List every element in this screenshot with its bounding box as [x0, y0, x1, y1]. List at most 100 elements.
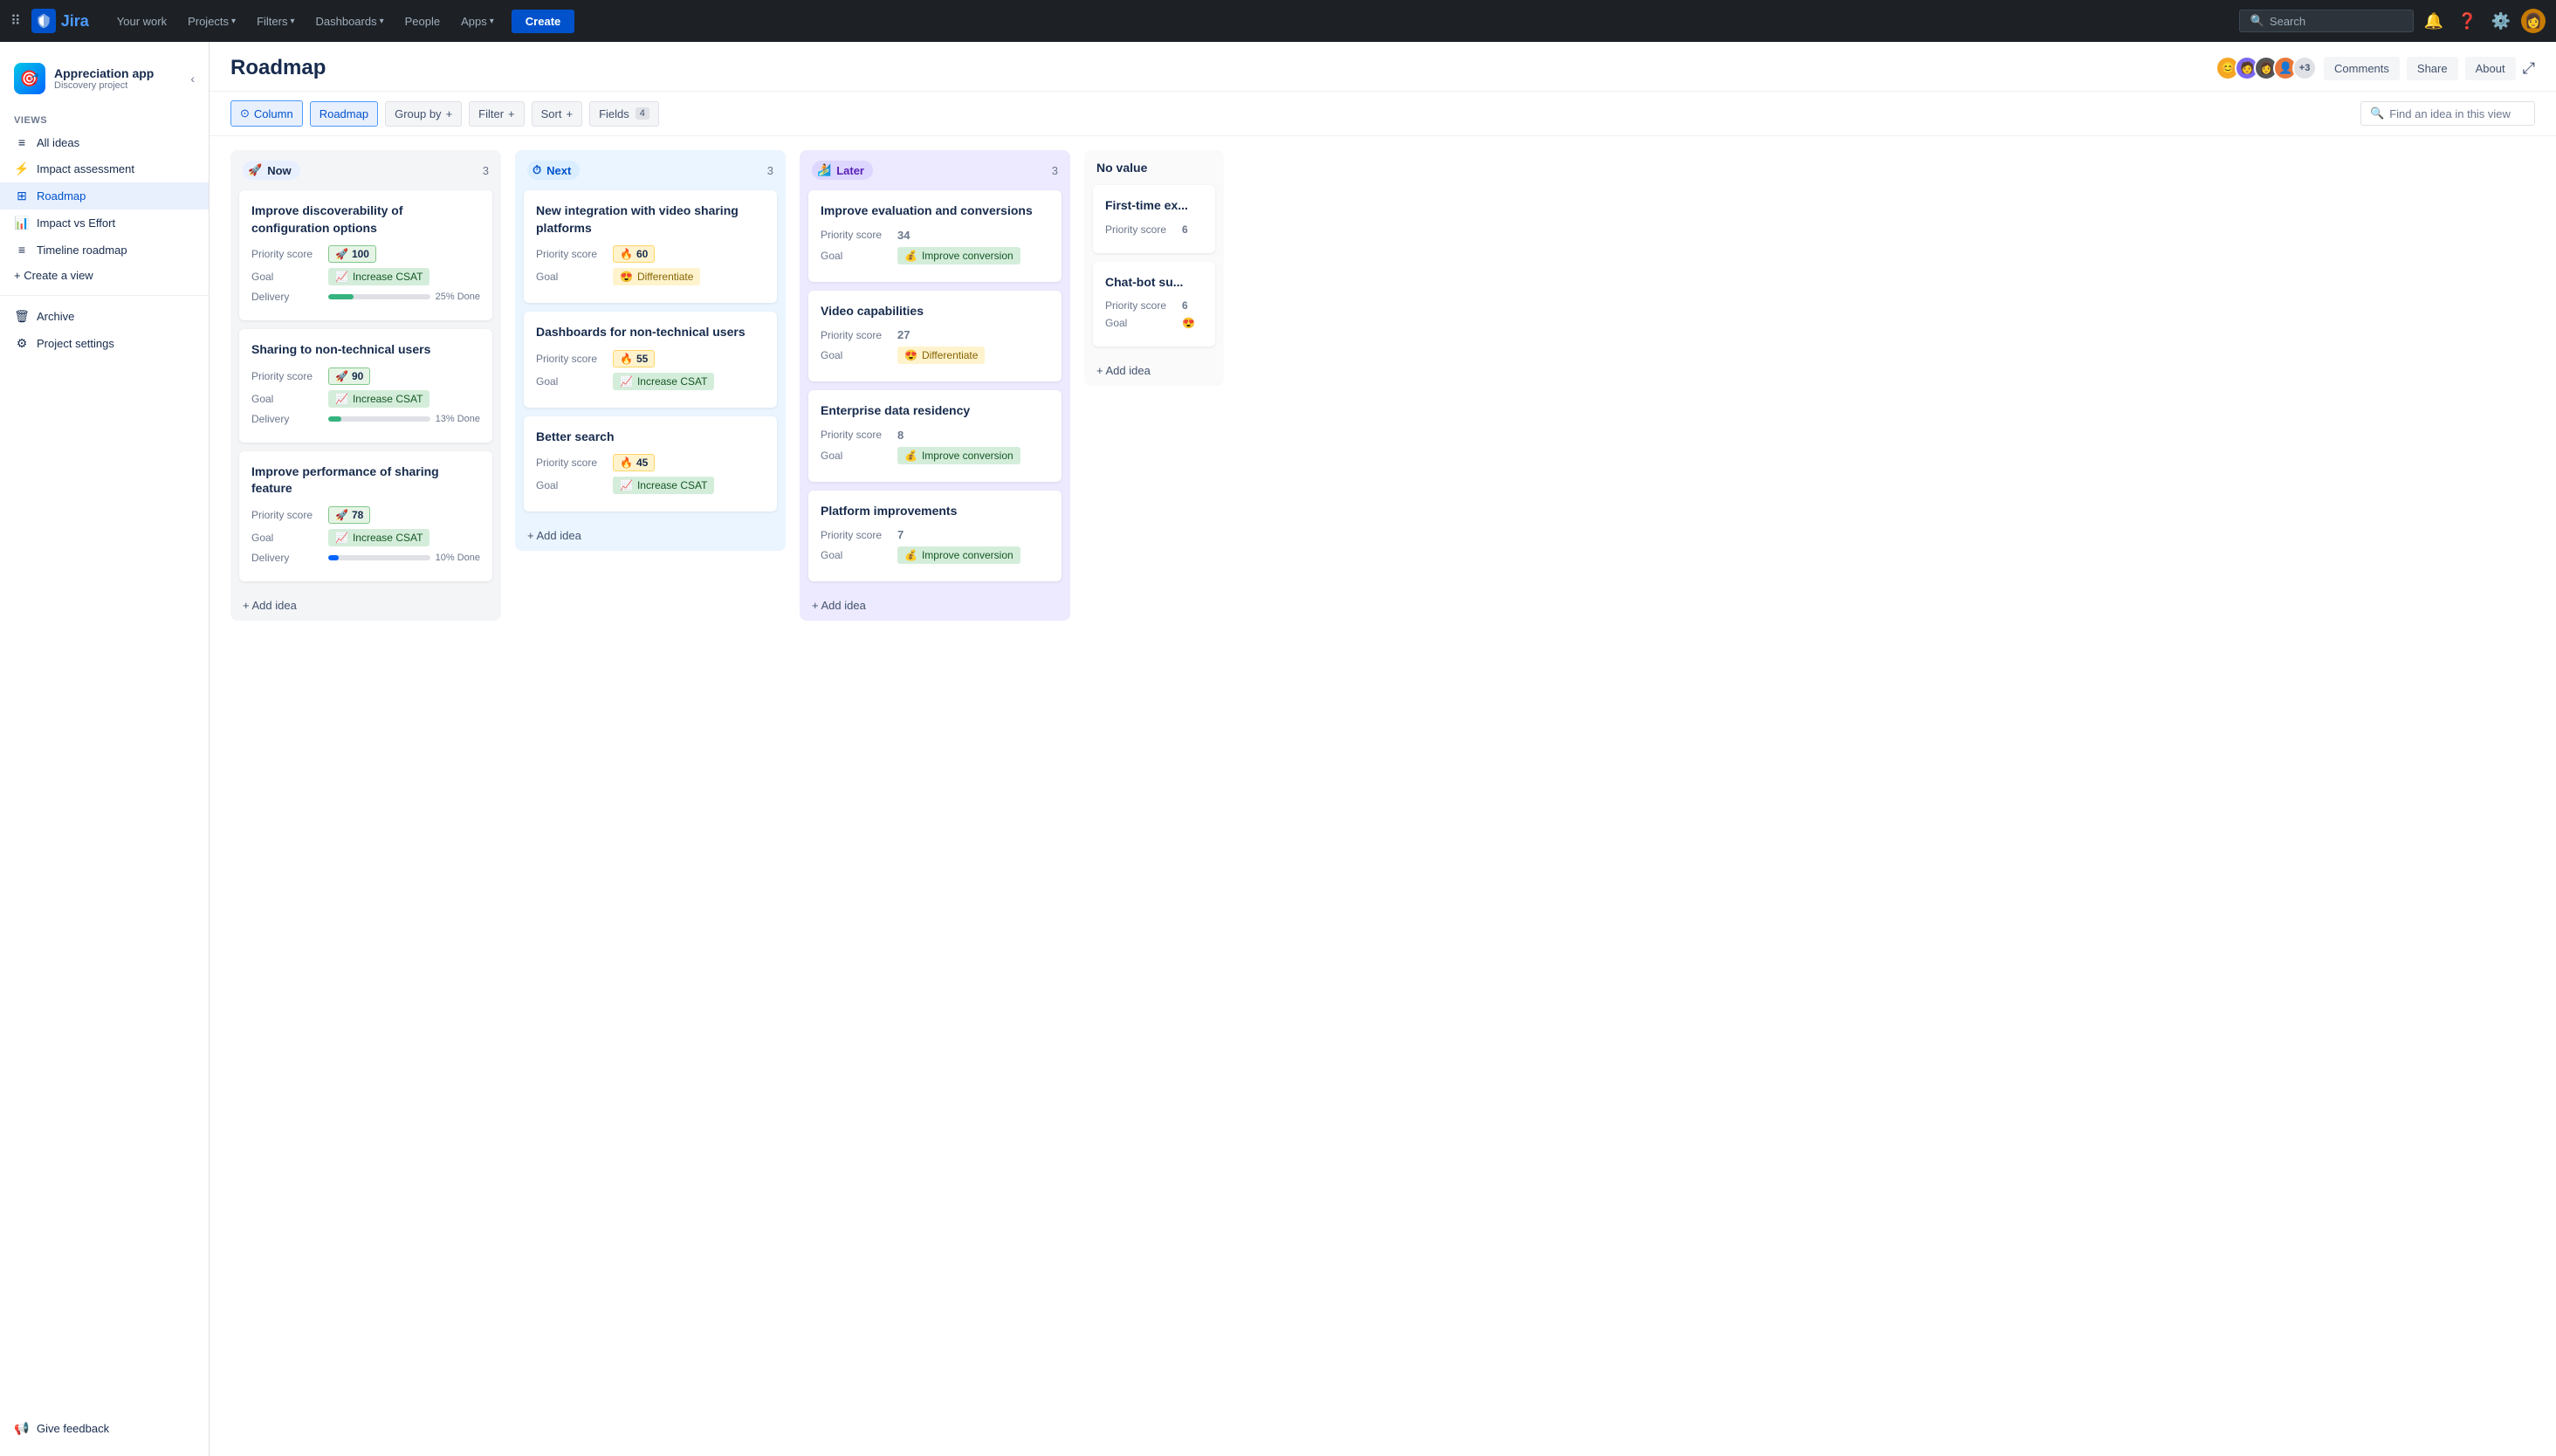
timeline-icon: ≡ [14, 243, 30, 257]
card-sharing-nontechnical[interactable]: Sharing to non-technical users Priority … [239, 329, 492, 443]
column-later-cards: Improve evaluation and conversions Prior… [800, 190, 1070, 590]
goal-badge: 💰 Improve conversion [897, 546, 1020, 564]
add-idea-no-value[interactable]: + Add idea [1084, 355, 1224, 386]
about-button[interactable]: About [2465, 57, 2516, 80]
sidebar: 🎯 Appreciation app Discovery project ‹ V… [0, 42, 210, 1456]
column-button[interactable]: ⊙ Column [230, 100, 303, 127]
priority-score: 34 [897, 229, 910, 242]
sidebar-item-timeline[interactable]: ≡ Timeline roadmap [0, 237, 209, 263]
nav-your-work[interactable]: Your work [110, 11, 174, 31]
jira-logo-icon [31, 9, 56, 33]
sidebar-item-project-settings[interactable]: ⚙ Project settings [0, 330, 209, 357]
sidebar-collapse-icon[interactable]: ‹ [190, 72, 195, 86]
card-enterprise-data[interactable]: Enterprise data residency Priority score… [808, 390, 1062, 482]
add-idea-now[interactable]: + Add idea [230, 590, 501, 621]
sidebar-item-archive[interactable]: 🗑 Archive [0, 303, 209, 330]
goal-badge: 💰 Improve conversion [897, 447, 1020, 464]
expand-button[interactable]: ⤢ [2523, 59, 2535, 78]
sidebar-item-create-view[interactable]: + Create a view [0, 263, 209, 288]
toolbar: ⊙ Column Roadmap Group by + Filter + Sor… [210, 92, 2556, 136]
card-title: New integration with video sharing platf… [536, 203, 765, 237]
sidebar-item-give-feedback[interactable]: 📢 Give feedback [0, 1415, 209, 1442]
plus-icon: + [446, 107, 453, 120]
jira-logo[interactable]: Jira [31, 9, 89, 33]
nav-filters[interactable]: Filters▾ [250, 11, 301, 31]
roadmap-button[interactable]: Roadmap [310, 101, 378, 127]
card-new-integration[interactable]: New integration with video sharing platf… [524, 190, 777, 303]
column-no-value: No value First-time ex... Priority score… [1084, 150, 1224, 386]
column-icon: ⊙ [240, 106, 250, 120]
column-now-cards: Improve discoverability of configuration… [230, 190, 501, 590]
card-title: Sharing to non-technical users [251, 341, 480, 359]
card-better-search[interactable]: Better search Priority score 🔥 45 Goal [524, 416, 777, 512]
nav-projects[interactable]: Projects▾ [181, 11, 243, 31]
help-icon[interactable]: ❓ [2454, 9, 2480, 34]
goal-badge: 📈 Increase CSAT [613, 477, 714, 494]
column-now-label: 🚀 Now [243, 161, 300, 180]
card-title: Video capabilities [821, 303, 1049, 320]
user-avatar[interactable]: 👩 [2521, 9, 2546, 33]
share-button[interactable]: Share [2407, 57, 2458, 80]
nav-dashboards[interactable]: Dashboards▾ [309, 11, 391, 31]
sidebar-item-impact-effort[interactable]: 📊 Impact vs Effort [0, 209, 209, 237]
create-button[interactable]: Create [512, 10, 574, 33]
comments-button[interactable]: Comments [2324, 57, 2400, 80]
archive-icon: 🗑 [14, 309, 30, 324]
card-dashboards-nontechnical[interactable]: Dashboards for non-technical users Prior… [524, 312, 777, 408]
nav-apps[interactable]: Apps▾ [454, 11, 501, 31]
roadmap-icon: ⊞ [14, 189, 30, 203]
goal-badge: 📈 Increase CSAT [328, 529, 429, 546]
page-title: Roadmap [230, 56, 326, 80]
card-priority-field: Priority score 🚀 100 [251, 245, 480, 263]
later-icon: 🏄 [817, 163, 831, 177]
search-bar[interactable]: 🔍 Search [2239, 10, 2414, 32]
group-by-button[interactable]: Group by + [385, 101, 462, 127]
goal-badge: 📈 Increase CSAT [613, 373, 714, 390]
card-video-capabilities[interactable]: Video capabilities Priority score 27 Goa… [808, 291, 1062, 382]
board: 🚀 Now 3 Improve discoverability of confi… [210, 136, 2556, 1456]
page-header: Roadmap 😊 🧑 👩 👤 +3 Comments Share About … [210, 42, 2556, 92]
card-improve-evaluation[interactable]: Improve evaluation and conversions Prior… [808, 190, 1062, 282]
card-first-time[interactable]: First-time ex... Priority score 6 [1093, 185, 1215, 253]
column-later: 🏄 Later 3 Improve evaluation and convers… [800, 150, 1070, 621]
card-delivery-field: Delivery 25% Done [251, 291, 480, 303]
add-idea-later[interactable]: + Add idea [800, 590, 1070, 621]
fields-button[interactable]: Fields 4 [589, 101, 659, 127]
add-idea-next[interactable]: + Add idea [515, 520, 786, 551]
avatar-count: +3 [2292, 56, 2317, 80]
next-icon: ⏱ [532, 163, 541, 177]
views-label: VIEWS [0, 108, 209, 129]
column-later-label: 🏄 Later [812, 161, 873, 180]
priority-badge: 🔥 45 [613, 454, 655, 471]
column-next-label: ⏱ Next [527, 161, 580, 180]
settings-icon[interactable]: ⚙️ [2488, 9, 2514, 34]
priority-badge: 🔥 60 [613, 245, 655, 263]
column-next-cards: New integration with video sharing platf… [515, 190, 786, 520]
card-improve-performance[interactable]: Improve performance of sharing feature P… [239, 451, 492, 581]
notifications-icon[interactable]: 🔔 [2421, 9, 2447, 34]
card-title: Platform improvements [821, 503, 1049, 520]
project-type: Discovery project [54, 80, 154, 91]
priority-badge: 🚀 90 [328, 367, 370, 385]
priority-badge: 🚀 78 [328, 506, 370, 524]
grid-icon[interactable]: ⠿ [10, 12, 21, 30]
search-icon: 🔍 [2250, 14, 2264, 28]
nav-people[interactable]: People [398, 11, 447, 31]
sidebar-item-impact-assessment[interactable]: ⚡ Impact assessment [0, 155, 209, 182]
priority-score: 27 [897, 328, 910, 341]
sidebar-item-all-ideas[interactable]: ≡ All ideas [0, 129, 209, 155]
board-search[interactable]: 🔍 Find an idea in this view [2360, 101, 2535, 126]
priority-score: 7 [897, 528, 904, 541]
card-chatbot[interactable]: Chat-bot su... Priority score 6 Goal 😍 [1093, 262, 1215, 347]
card-title: Enterprise data residency [821, 402, 1049, 420]
card-improve-discoverability[interactable]: Improve discoverability of configuration… [239, 190, 492, 320]
priority-badge: 🔥 55 [613, 350, 655, 367]
sort-button[interactable]: Sort + [532, 101, 582, 127]
sidebar-item-roadmap[interactable]: ⊞ Roadmap [0, 182, 209, 209]
card-title: Dashboards for non-technical users [536, 324, 765, 341]
filter-button[interactable]: Filter + [469, 101, 524, 127]
card-platform-improvements[interactable]: Platform improvements Priority score 7 G… [808, 491, 1062, 582]
collaborators-avatars: 😊 🧑 👩 👤 +3 [2216, 56, 2317, 80]
card-title: Better search [536, 429, 765, 446]
nav-icons: 🔔 ❓ ⚙️ 👩 [2421, 9, 2546, 34]
